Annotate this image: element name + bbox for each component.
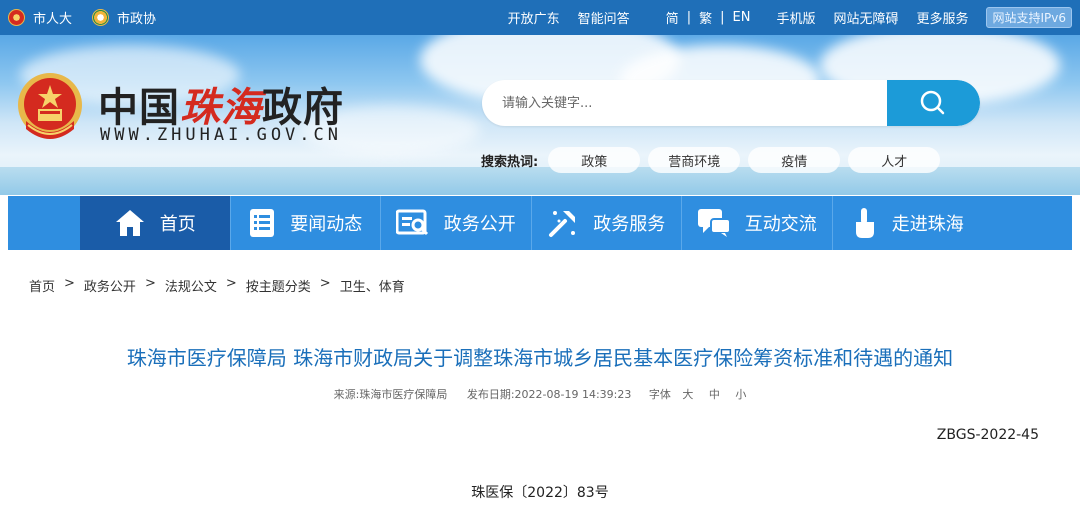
breadcrumb-health-sports[interactable]: 卫生、体育	[340, 276, 405, 295]
breadcrumb-home[interactable]: 首页	[29, 276, 55, 295]
search-box	[482, 80, 980, 126]
main-nav: 首页 要闻动态 政务公开 政务服务 互动交流 走进珠海	[8, 196, 1072, 250]
link-smart-qa[interactable]: 智能问答	[578, 8, 630, 27]
breadcrumb-gov-affairs[interactable]: 政务公开	[84, 276, 136, 295]
search-icon	[920, 90, 945, 115]
link-npc-label: 市人大	[33, 12, 73, 27]
date-value: 2022-08-19 14:39:23	[514, 388, 632, 401]
font-size-label: 字体	[648, 388, 671, 401]
nav-news-label: 要闻动态	[290, 214, 363, 235]
font-size-small[interactable]: 小	[735, 388, 746, 401]
link-accessibility[interactable]: 网站无障碍	[833, 8, 898, 27]
nav-gov-affairs-label: 政务公开	[443, 214, 516, 235]
article-title: 珠海市医疗保障局 珠海市财政局关于调整珠海市城乡居民基本医疗保险筹资标准和待遇的…	[126, 346, 954, 370]
font-size-medium[interactable]: 中	[709, 388, 720, 401]
breadcrumb-separator: >	[225, 276, 237, 291]
breadcrumb: 首页 > 政务公开 > 法规公文 > 按主题分类 > 卫生、体育	[29, 276, 405, 295]
hot-keywords-label: 搜索热词:	[481, 154, 539, 170]
date-label: 发布日期:	[466, 388, 515, 401]
lang-separator: |	[720, 10, 725, 25]
logo-suffix: 政府	[262, 84, 344, 131]
search-button[interactable]	[887, 80, 980, 126]
source-value: 珠海市医疗保障局	[359, 388, 448, 401]
link-more-services[interactable]: 更多服务	[916, 8, 968, 27]
link-mobile[interactable]: 手机版	[776, 8, 815, 27]
cppcc-emblem-icon	[92, 9, 110, 26]
site-domain: WWW.ZHUHAI.GOV.CN	[100, 125, 342, 145]
breadcrumb-by-topic[interactable]: 按主题分类	[246, 276, 311, 295]
lang-simplified[interactable]: 简	[666, 8, 679, 27]
hot-tag-talent[interactable]: 人才	[848, 147, 941, 173]
document-number: ZBGS-2022-45	[936, 427, 1039, 443]
font-size-large[interactable]: 大	[682, 388, 693, 401]
chat-icon	[697, 209, 731, 237]
source-label: 来源:	[333, 388, 360, 401]
national-emblem-icon	[8, 9, 25, 26]
link-npc[interactable]: 市人大	[8, 8, 72, 27]
pointer-hand-icon	[855, 208, 874, 238]
news-list-icon	[250, 209, 275, 237]
tools-icon	[549, 211, 576, 237]
nav-interaction-label: 互动交流	[744, 214, 817, 235]
link-open-guangdong[interactable]: 开放广东	[508, 8, 560, 27]
breadcrumb-separator: >	[64, 276, 75, 291]
top-bar-left: 市人大 市政协	[8, 0, 176, 35]
hot-tag-business-environment[interactable]: 营商环境	[648, 147, 741, 173]
national-emblem-logo	[18, 73, 82, 139]
home-icon	[115, 210, 144, 236]
nav-gov-services[interactable]: 政务服务	[532, 196, 682, 250]
nav-home[interactable]: 首页	[80, 196, 231, 250]
hot-keywords: 搜索热词: 政策 营商环境 疫情 人才	[481, 147, 948, 173]
lang-traditional[interactable]: 繁	[699, 8, 712, 27]
ipv6-badge: 网站支持IPv6	[986, 7, 1072, 28]
nav-interaction[interactable]: 互动交流	[682, 196, 833, 250]
top-bar: 市人大 市政协 开放广东 智能问答 简 | 繁 | EN 手机版 网站无障碍 更…	[0, 0, 1080, 35]
nav-gov-services-label: 政务服务	[593, 214, 666, 235]
breadcrumb-separator: >	[144, 276, 156, 291]
lang-separator: |	[686, 10, 692, 25]
search-input[interactable]	[482, 80, 887, 126]
nav-gov-affairs[interactable]: 政务公开	[381, 196, 532, 250]
site-header: 中国珠海政府 WWW.ZHUHAI.GOV.CN 搜索热词: 政策 营商环境 疫…	[0, 35, 1080, 195]
lang-english[interactable]: EN	[732, 10, 750, 25]
nav-home-label: 首页	[159, 214, 196, 235]
breadcrumb-separator: >	[319, 276, 331, 291]
document-search-icon	[395, 209, 428, 236]
document-reference: 珠医保〔2022〕83号	[471, 485, 609, 501]
hot-tag-epidemic[interactable]: 疫情	[748, 147, 841, 173]
top-bar-right: 开放广东 智能问答 简 | 繁 | EN 手机版 网站无障碍 更多服务 网站支持…	[490, 0, 1072, 35]
nav-explore-zhuhai[interactable]: 走进珠海	[833, 196, 984, 250]
logo-prefix: 中国	[98, 84, 180, 131]
link-cppcc-label: 市政协	[117, 12, 157, 27]
hot-tag-policy[interactable]: 政策	[548, 147, 641, 173]
logo-city: 珠海	[180, 84, 262, 131]
nav-news[interactable]: 要闻动态	[231, 196, 381, 250]
article-meta: 来源:珠海市医疗保障局 发布日期:2022-08-19 14:39:23 字体 …	[0, 386, 1080, 402]
nav-explore-zhuhai-label: 走进珠海	[891, 214, 964, 235]
breadcrumb-regulations[interactable]: 法规公文	[165, 276, 217, 295]
link-cppcc[interactable]: 市政协	[92, 8, 156, 27]
